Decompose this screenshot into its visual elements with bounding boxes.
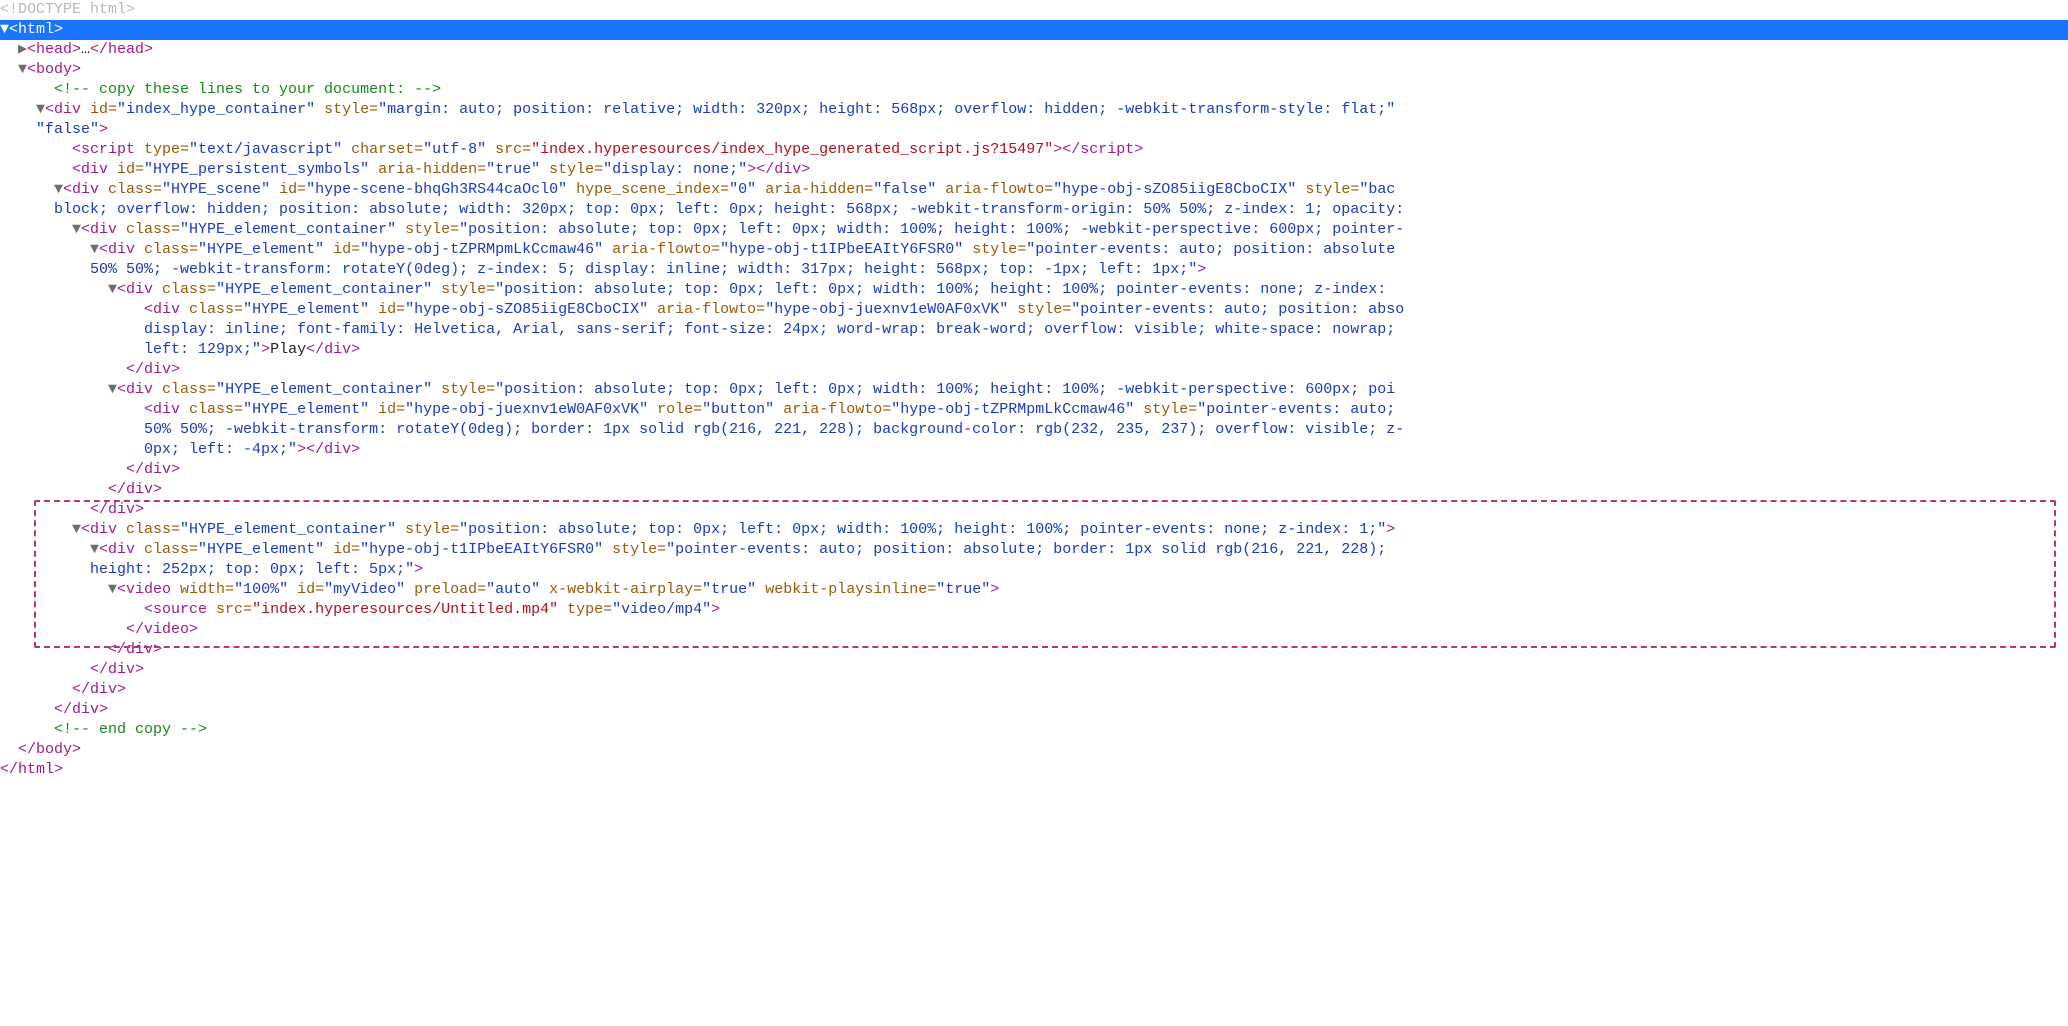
head-open-tag: <head> — [27, 41, 81, 58]
code-line-wrap[interactable]: height: 252px; top: 0px; left: 5px;"> — [0, 560, 2068, 580]
code-line-wrap[interactable]: 0px; left: -4px;"></div> — [0, 440, 2068, 460]
expand-arrow-icon[interactable]: ▼ — [108, 280, 117, 300]
code-line[interactable]: ▼<body> — [0, 60, 2068, 80]
code-line-wrap[interactable]: display: inline; font-family: Helvetica,… — [0, 320, 2068, 340]
code-line[interactable]: ▼<div class="HYPE_element_container" sty… — [0, 220, 2068, 240]
code-line[interactable]: ▼<div class="HYPE_element" id="hype-obj-… — [0, 540, 2068, 560]
expand-arrow-icon[interactable]: ▼ — [0, 20, 9, 40]
doctype-text: <!DOCTYPE html> — [0, 1, 135, 18]
code-line[interactable]: <source src="index.hyperesources/Untitle… — [0, 600, 2068, 620]
expand-arrow-icon[interactable]: ▼ — [36, 100, 45, 120]
code-line[interactable]: ▼<div class="HYPE_element_container" sty… — [0, 520, 2068, 540]
collapse-arrow-icon[interactable]: ▶ — [18, 40, 27, 60]
expand-arrow-icon[interactable]: ▼ — [90, 540, 99, 560]
code-line[interactable]: ▼<div class="HYPE_element_container" sty… — [0, 380, 2068, 400]
code-line[interactable]: </div> — [0, 460, 2068, 480]
expand-arrow-icon[interactable]: ▼ — [90, 240, 99, 260]
head-close-tag: </head> — [90, 41, 153, 58]
code-line[interactable]: </video> — [0, 620, 2068, 640]
expand-arrow-icon[interactable]: ▼ — [72, 520, 81, 540]
code-line[interactable]: ▼<div id="index_hype_container" style="m… — [0, 100, 2068, 120]
code-line[interactable]: </div> — [0, 640, 2068, 660]
code-line[interactable]: <!DOCTYPE html> — [0, 0, 2068, 20]
code-line[interactable]: </div> — [0, 660, 2068, 680]
code-line[interactable]: </div> — [0, 360, 2068, 380]
code-line[interactable]: ▼<div class="HYPE_element" id="hype-obj-… — [0, 240, 2068, 260]
comment-text: <!-- copy these lines to your document: … — [54, 81, 441, 98]
html-open-tag: <html> — [9, 21, 63, 38]
expand-arrow-icon[interactable]: ▼ — [108, 380, 117, 400]
code-line[interactable]: ▼<video width="100%" id="myVideo" preloa… — [0, 580, 2068, 600]
expand-arrow-icon[interactable]: ▼ — [54, 180, 63, 200]
code-line[interactable]: <div class="HYPE_element" id="hype-obj-j… — [0, 400, 2068, 420]
code-line[interactable]: </html> — [0, 760, 2068, 780]
code-line[interactable]: </body> — [0, 740, 2068, 760]
code-line[interactable]: <script type="text/javascript" charset="… — [0, 140, 2068, 160]
dom-inspector[interactable]: <!DOCTYPE html> ▼<html> ▶<head>…</head> … — [0, 0, 2068, 780]
html-close-tag: </html> — [0, 761, 63, 778]
body-close-tag: </body> — [18, 741, 81, 758]
expand-arrow-icon[interactable]: ▼ — [18, 60, 27, 80]
code-line[interactable]: </div> — [0, 700, 2068, 720]
code-line[interactable]: ▶<head>…</head> — [0, 40, 2068, 60]
comment-text: <!-- end copy --> — [54, 721, 207, 738]
code-line-wrap[interactable]: block; overflow: hidden; position: absol… — [0, 200, 2068, 220]
code-line[interactable]: </div> — [0, 680, 2068, 700]
ellipsis: … — [81, 41, 90, 58]
code-line-wrap[interactable]: "false"> — [0, 120, 2068, 140]
code-line[interactable]: ▼<div class="HYPE_scene" id="hype-scene-… — [0, 180, 2068, 200]
text-play: Play — [270, 341, 306, 358]
code-line[interactable]: <div id="HYPE_persistent_symbols" aria-h… — [0, 160, 2068, 180]
expand-arrow-icon[interactable]: ▼ — [72, 220, 81, 240]
code-line-wrap[interactable]: 50% 50%; -webkit-transform: rotateY(0deg… — [0, 260, 2068, 280]
code-line[interactable]: <!-- end copy --> — [0, 720, 2068, 740]
code-line[interactable]: <!-- copy these lines to your document: … — [0, 80, 2068, 100]
code-line[interactable]: </div> — [0, 480, 2068, 500]
body-open-tag: <body> — [27, 61, 81, 78]
code-line[interactable]: <div class="HYPE_element" id="hype-obj-s… — [0, 300, 2068, 320]
expand-arrow-icon[interactable]: ▼ — [108, 580, 117, 600]
code-line-wrap[interactable]: 50% 50%; -webkit-transform: rotateY(0deg… — [0, 420, 2068, 440]
code-line[interactable]: </div> — [0, 500, 2068, 520]
code-line-wrap[interactable]: left: 129px;">Play</div> — [0, 340, 2068, 360]
selected-line[interactable]: ▼<html> — [0, 20, 2068, 40]
code-line[interactable]: ▼<div class="HYPE_element_container" sty… — [0, 280, 2068, 300]
